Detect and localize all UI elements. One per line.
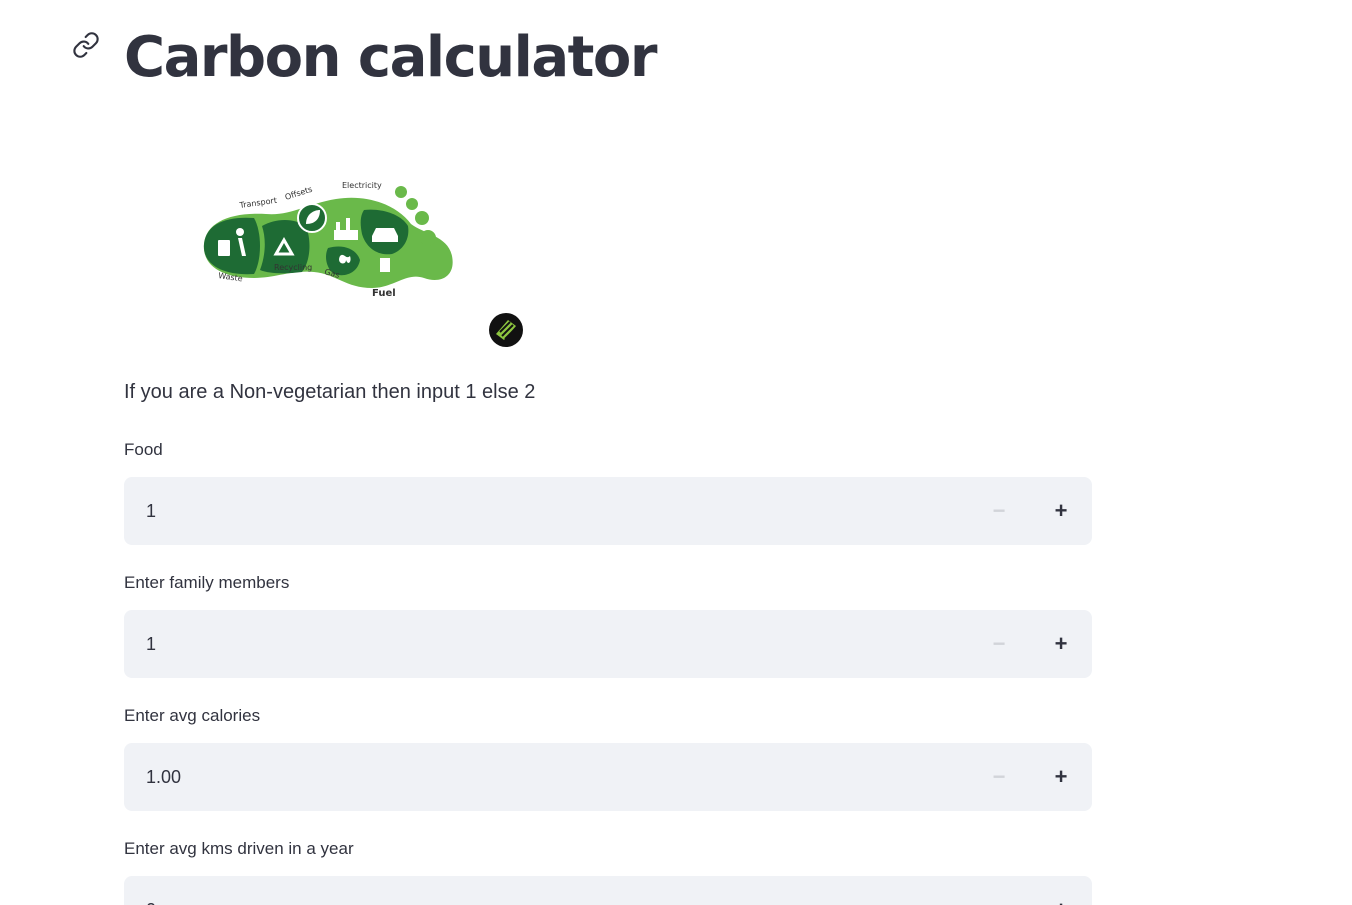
family-members-value[interactable]: 1: [146, 610, 156, 678]
avg-kms-value[interactable]: 0: [146, 876, 156, 905]
label-offsets: Offsets: [284, 185, 314, 202]
instruction-text: If you are a Non-vegetarian then input 1…: [124, 381, 536, 403]
page-title: Carbon calculator: [124, 25, 658, 90]
label-electricity: Electricity: [342, 181, 382, 190]
family-members-label: Enter family members: [124, 573, 290, 592]
label-recycling: Recycling: [274, 263, 312, 272]
label-fuel: Fuel: [372, 288, 396, 299]
badge-icon: [489, 313, 523, 347]
avg-calories-label: Enter avg calories: [124, 706, 261, 725]
avg-calories-value[interactable]: 1.00: [146, 743, 181, 811]
food-decrement-button[interactable]: −: [968, 477, 1030, 545]
avg-calories-increment-button[interactable]: +: [1030, 743, 1092, 811]
family-members-increment-button[interactable]: +: [1030, 610, 1092, 678]
carbon-footprint-image: Transport Offsets Electricity Waste Recy…: [203, 181, 453, 299]
food-number-input[interactable]: 1 − +: [124, 477, 1092, 545]
food-value[interactable]: 1: [146, 477, 156, 545]
avg-calories-decrement-button[interactable]: −: [968, 743, 1030, 811]
avg-kms-decrement-button[interactable]: −: [968, 876, 1030, 905]
family-members-decrement-button[interactable]: −: [968, 610, 1030, 678]
avg-kms-number-input[interactable]: 0 − +: [124, 876, 1092, 905]
family-members-number-input[interactable]: 1 − +: [124, 610, 1092, 678]
anchor-link-icon[interactable]: [72, 31, 100, 59]
food-increment-button[interactable]: +: [1030, 477, 1092, 545]
avg-kms-label: Enter avg kms driven in a year: [124, 839, 354, 858]
avg-kms-increment-button[interactable]: +: [1030, 876, 1092, 905]
avg-calories-number-input[interactable]: 1.00 − +: [124, 743, 1092, 811]
label-transport: Transport: [238, 196, 277, 210]
food-label: Food: [124, 440, 163, 459]
